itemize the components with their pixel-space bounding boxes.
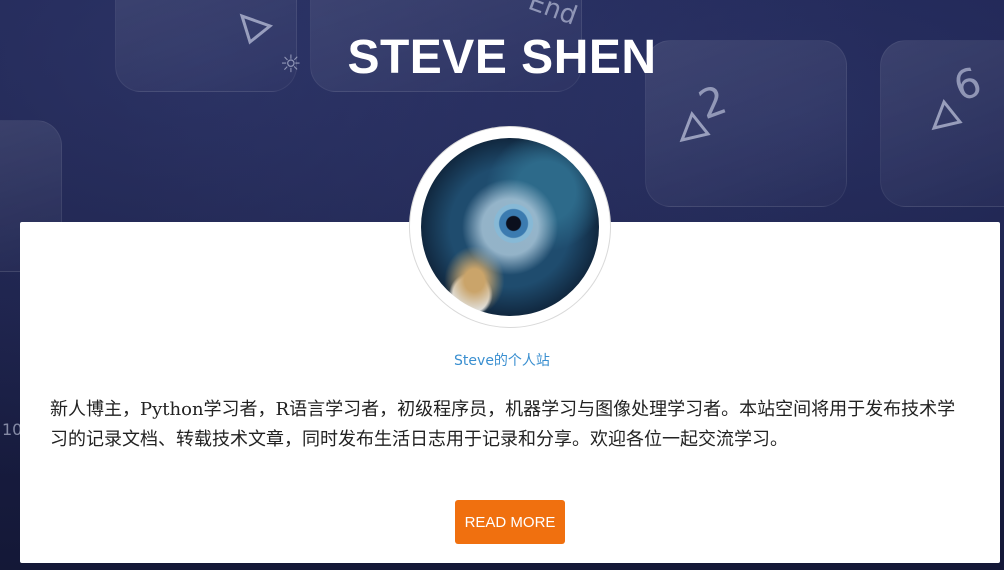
site-subtitle-link[interactable]: Steve的个人站 [0,350,1004,370]
profile-description: 新人博主，Python学习者，R语言学习者，初级程序员，机器学习与图像处理学习者… [50,399,956,450]
triangle-icon [931,99,963,131]
avatar-frame [410,127,610,327]
site-title: STEVE SHEN [347,31,657,84]
avatar [421,138,599,316]
read-more-button[interactable]: READ MORE [455,500,565,544]
